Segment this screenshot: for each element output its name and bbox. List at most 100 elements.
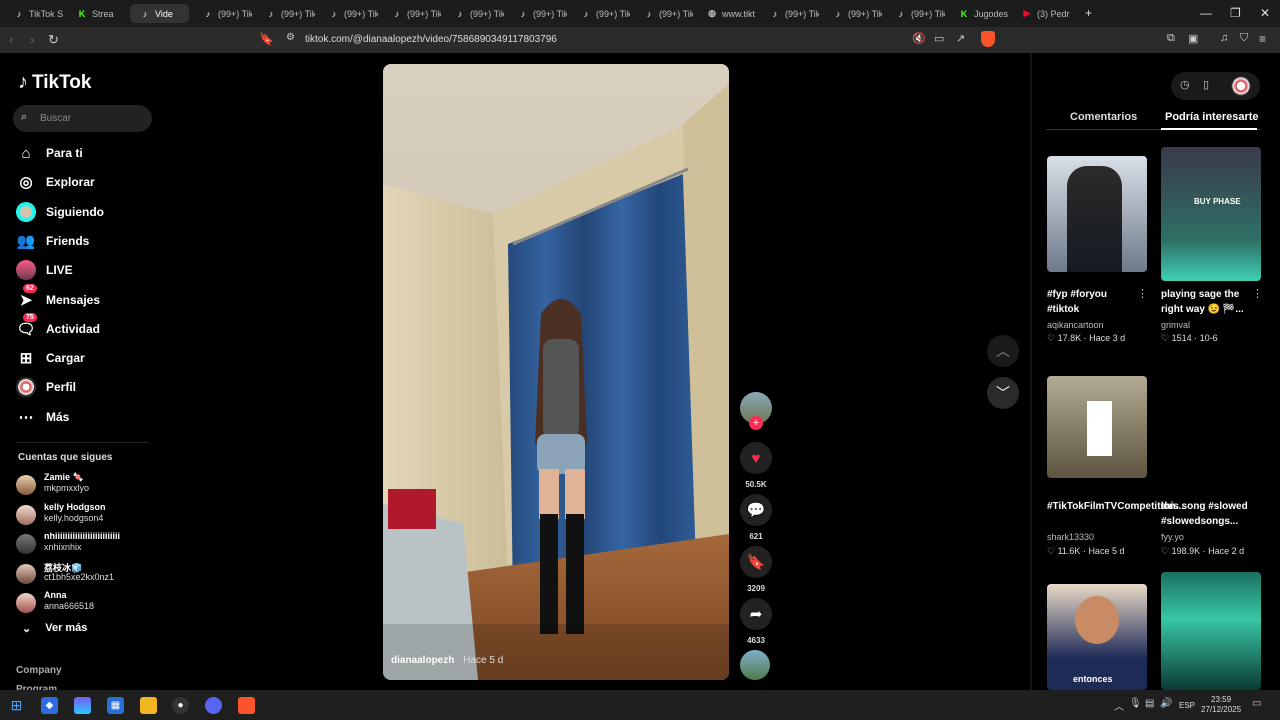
vpn-icon[interactable]: ⛉ (1240, 32, 1248, 45)
nav-item-perfil[interactable]: Perfil (16, 374, 76, 400)
video-thumbnail[interactable] (1161, 572, 1261, 690)
mute-tab-icon[interactable]: 🔇 (912, 32, 926, 45)
browser-tab[interactable]: ♪ (99+) Tik (760, 4, 819, 23)
author-avatar-button[interactable]: + (740, 392, 772, 430)
language-indicator[interactable]: ESP (1179, 701, 1195, 710)
video-thumbnail[interactable] (1047, 376, 1147, 478)
network-icon[interactable]: ▤ (1145, 698, 1154, 709)
browser-tab[interactable]: ♪ (99+) Tik (319, 4, 378, 23)
video-thumbnail[interactable] (1047, 156, 1147, 272)
forward-icon[interactable]: › (30, 32, 34, 47)
extensions-icon[interactable]: ⧉ (1167, 32, 1175, 45)
notifications-icon[interactable]: ▭ (1252, 698, 1261, 709)
video-player[interactable] (383, 64, 729, 680)
media-icon[interactable]: ♫ (1220, 32, 1228, 44)
copilot-icon[interactable] (74, 697, 91, 714)
nav-item-friends[interactable]: 👥 Friends (16, 228, 90, 254)
brave-browser-icon[interactable] (238, 697, 255, 714)
following-account[interactable]: Zamie 🍬 mkpmxxlyo (16, 472, 156, 498)
share-video-button[interactable]: ➦ 4633 (740, 598, 772, 645)
browser-tab[interactable]: ♪ (99+) Tik (886, 4, 945, 23)
back-icon[interactable]: ‹ (9, 32, 13, 47)
search-input[interactable]: ⌕ Buscar (13, 105, 152, 132)
browser-tab[interactable]: ◍ www.tikt (697, 4, 756, 23)
microphone-icon[interactable]: 🎙 (1129, 698, 1142, 709)
browser-tab[interactable]: ♪ (99+) Tik (508, 4, 567, 23)
windows-start-icon[interactable]: ⊞ (8, 697, 25, 714)
nav-item-cargar[interactable]: ⊞ Cargar (16, 345, 85, 371)
see-more-button[interactable]: ⌄ Ver más (22, 622, 87, 635)
tiktok-logo[interactable]: ♪ TikTok (18, 71, 91, 94)
browser-tab[interactable]: ♪ (99+) Tik (382, 4, 441, 23)
card-title[interactable]: #fyp #foryou #tiktok (1047, 287, 1139, 317)
save-button[interactable]: 🔖 3209 (740, 546, 772, 593)
picture-in-picture-icon[interactable]: ▭ (934, 32, 944, 45)
site-settings-icon[interactable]: ⚙ (286, 32, 295, 43)
more-options-icon[interactable]: ⋮ (1252, 287, 1263, 300)
window-maximize-button[interactable]: ❐ (1230, 6, 1241, 20)
browser-tab[interactable]: K Strea (67, 4, 126, 23)
card-author[interactable]: aqikancartoon (1047, 320, 1104, 330)
previous-video-button[interactable]: ︿ (987, 335, 1019, 367)
video-thumbnail[interactable]: entonces (1047, 584, 1147, 690)
nav-item-más[interactable]: ⋯ Más (16, 404, 70, 430)
next-video-button[interactable]: ﹀ (987, 377, 1019, 409)
sidebar-icon[interactable]: ▣ (1188, 32, 1198, 45)
card-title[interactable]: #TikTokFilmTVCompetition... (1047, 499, 1184, 514)
more-options-icon[interactable]: ⋮ (1137, 287, 1148, 300)
comment-button[interactable]: 💬 621 (740, 494, 772, 541)
browser-tab[interactable]: ♪ (99+) Tik (571, 4, 630, 23)
card-author[interactable]: fyy.yo (1161, 532, 1184, 542)
browser-tab[interactable]: ♪ TikTok S (4, 4, 63, 23)
bookmark-icon[interactable]: 🔖 (259, 32, 274, 46)
clock[interactable]: 23:59 27/12/2025 (1201, 695, 1241, 715)
card-author[interactable]: grimval (1161, 320, 1190, 330)
sound-button[interactable] (740, 650, 772, 680)
following-account[interactable]: 荔枝冰🧊 ct1bh5xe2kx0nz1 (16, 561, 156, 587)
window-close-button[interactable]: ✕ (1260, 6, 1270, 20)
following-account[interactable]: kelly Hodgson kelly.hodgson4 (16, 502, 156, 528)
volume-icon[interactable]: 🔊 (1160, 698, 1172, 709)
discord-icon[interactable] (205, 697, 222, 714)
nav-item-para-ti[interactable]: ⌂ Para ti (16, 140, 82, 166)
nav-item-mensajes[interactable]: ➤ 62 Mensajes (16, 283, 100, 313)
nav-item-actividad[interactable]: 🗨 75 Actividad (16, 312, 100, 342)
new-tab-button[interactable]: + (1085, 6, 1092, 20)
like-button[interactable]: ♥ 50.5K (740, 442, 772, 489)
tab-comments[interactable]: Comentarios (1070, 111, 1137, 123)
footer-company-link[interactable]: Company (16, 665, 62, 676)
nav-item-live[interactable]: LIVE (16, 257, 73, 283)
phone-icon[interactable]: ▯ (1203, 78, 1209, 91)
browser-tab[interactable]: ♪ (99+) Tik (256, 4, 315, 23)
browser-tab[interactable]: K Jugodes (949, 4, 1008, 23)
brave-shield-icon[interactable] (981, 31, 995, 47)
menu-icon[interactable]: ≡ (1259, 32, 1266, 46)
tab-recommended[interactable]: Podría interesarte (1165, 111, 1259, 123)
reload-icon[interactable]: ↻ (48, 32, 59, 48)
tray-chevron-icon[interactable]: ︿ (1114, 698, 1124, 713)
store-icon[interactable]: ▦ (107, 697, 124, 714)
browser-tab[interactable]: ♪ (99+) Tik (193, 4, 252, 23)
card-title[interactable]: playing sage the right way 😉 🏁... (1161, 287, 1253, 317)
file-explorer-icon[interactable] (140, 697, 157, 714)
clock-icon[interactable]: ◷ (1180, 78, 1190, 91)
card-author[interactable]: shark13330 (1047, 532, 1094, 542)
nav-item-explorar[interactable]: ◎ Explorar (16, 169, 94, 195)
browser-tab[interactable]: ♪ (99+) Tik (823, 4, 882, 23)
card-title[interactable]: this song #slowed #slowedsongs... (1161, 499, 1253, 529)
following-account[interactable]: nhiiiiiiiiiiiiiiiiiiiiiiiiii xnhixnhix (16, 531, 156, 557)
nav-item-siguiendo[interactable]: Siguiendo (16, 199, 104, 225)
window-minimize-button[interactable]: — (1200, 6, 1212, 20)
browser-tab[interactable]: ♪ Vide (130, 4, 189, 23)
browser-tab[interactable]: ♪ (99+) Tik (445, 4, 504, 23)
obs-icon[interactable]: ● (172, 697, 189, 714)
url-field[interactable]: tiktok.com/@dianaalopezh/video/758689034… (305, 34, 557, 45)
follow-plus-icon[interactable]: + (749, 416, 763, 430)
browser-tab[interactable]: ▶ (3) Pedr (1012, 4, 1071, 23)
following-account[interactable]: Anna anna666518 (16, 590, 156, 616)
video-thumbnail[interactable]: BUY PHASE (1161, 147, 1261, 281)
browser-tab[interactable]: ♪ (99+) Tik (634, 4, 693, 23)
video-author[interactable]: dianaalopezh (391, 655, 454, 666)
user-avatar[interactable] (1231, 76, 1251, 96)
share-icon[interactable]: ↗ (956, 32, 965, 45)
